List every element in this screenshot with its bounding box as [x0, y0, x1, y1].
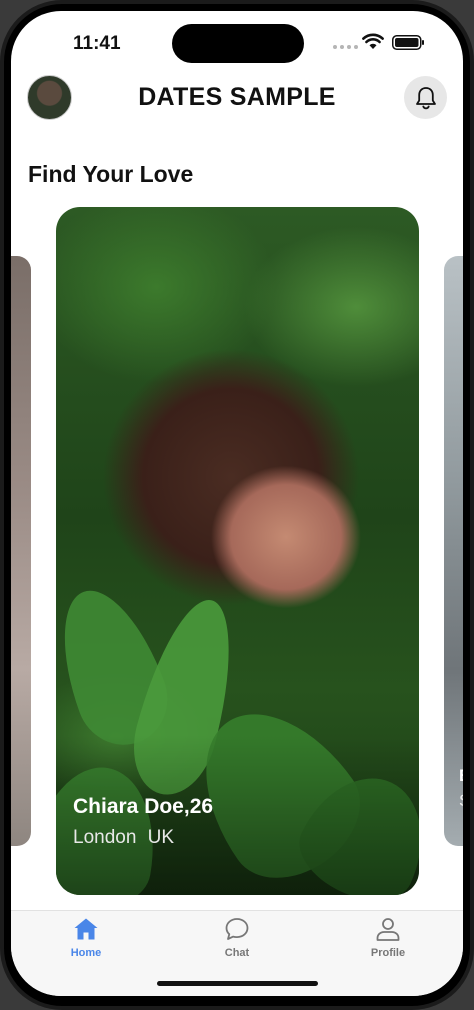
card-name-age: Chiara Doe,26	[73, 795, 214, 818]
tab-chat[interactable]: Chat	[197, 917, 277, 973]
person-icon	[376, 918, 400, 941]
previous-profile-card[interactable]	[11, 256, 31, 846]
app-screen: 11:41 DATES SAMPLE Find Your Love Chiara…	[11, 11, 463, 996]
next-card-name-peek: E	[459, 766, 463, 786]
phone-frame: 11:41 DATES SAMPLE Find Your Love Chiara…	[0, 0, 474, 1010]
tab-home-label: Home	[70, 947, 102, 959]
wifi-icon	[362, 33, 384, 49]
app-title: DATES SAMPLE	[138, 83, 336, 111]
home-indicator	[157, 981, 318, 986]
cellular-signal-icon	[333, 45, 358, 49]
battery-icon	[392, 35, 424, 50]
profile-card[interactable]: Chiara Doe,26 London UK	[56, 207, 419, 895]
card-location: London UK	[73, 827, 175, 848]
tab-profile[interactable]: Profile	[348, 917, 428, 973]
notifications-button[interactable]	[404, 76, 447, 119]
tab-chat-label: Chat	[224, 947, 250, 959]
dynamic-island	[172, 24, 304, 63]
next-profile-card[interactable]: E S	[444, 256, 463, 846]
bell-icon	[415, 86, 436, 109]
status-bar: 11:41	[11, 11, 463, 71]
status-time: 11:41	[73, 33, 121, 54]
app-header: DATES SAMPLE	[11, 71, 463, 141]
next-card-location-peek: S	[459, 791, 463, 811]
tab-home[interactable]: Home	[46, 917, 126, 973]
house-icon	[74, 918, 98, 940]
tab-profile-label: Profile	[370, 947, 406, 959]
section-title: Find Your Love	[28, 161, 194, 187]
chat-bubble-icon	[225, 918, 249, 940]
